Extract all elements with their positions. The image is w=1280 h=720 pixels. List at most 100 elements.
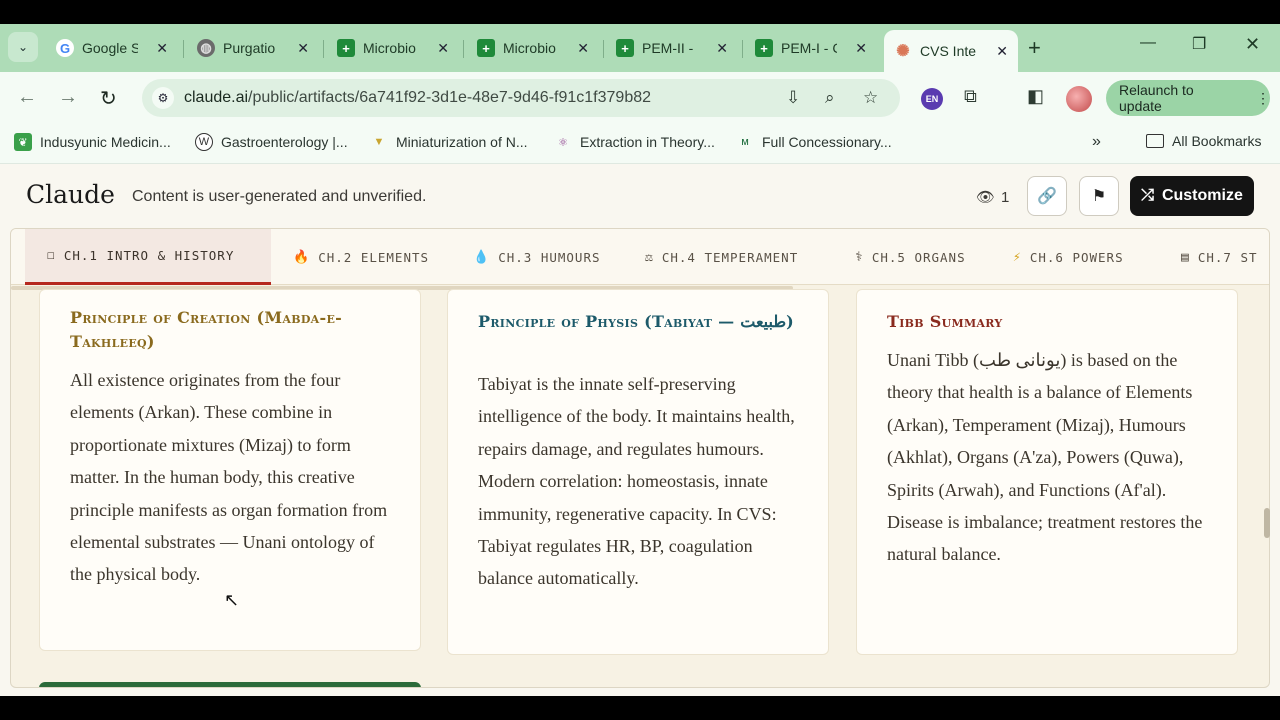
bookmark-item[interactable]: ᴍ Full Concessionary... — [736, 133, 892, 151]
report-button[interactable]: ⚑ — [1079, 176, 1119, 216]
profile-avatar[interactable] — [1066, 86, 1092, 112]
close-tab-icon[interactable]: ✕ — [297, 40, 309, 57]
user-content-notice: Content is user-generated and unverified… — [132, 188, 427, 205]
browser-tab[interactable]: + PEM-II - ✕ — [606, 30, 738, 66]
extensions-icon[interactable]: ⧉ — [964, 86, 977, 107]
drop-icon: 💧 — [473, 249, 491, 265]
bookmark-item[interactable]: ⚛ Extraction in Theory... — [554, 133, 715, 151]
more-menu-icon[interactable]: ⋮ — [1256, 90, 1270, 107]
plus-cross-icon: + — [755, 39, 773, 57]
chapter-label: CH.4 TEMPERAMENT — [661, 249, 799, 265]
browser-tab[interactable]: + Microbio ✕ — [327, 30, 459, 66]
plus-cross-icon: + — [337, 39, 355, 57]
copy-link-button[interactable]: 🔗 — [1027, 176, 1067, 216]
tab-title: Microbio — [503, 40, 556, 56]
new-tab-icon[interactable]: + — [1028, 35, 1041, 61]
chapter-label: CH.6 POWERS — [1029, 249, 1124, 265]
leaf-icon: ❦ — [14, 133, 32, 151]
forward-icon[interactable]: → — [58, 86, 78, 109]
folder-icon — [1146, 134, 1164, 148]
artifact-frame: ☐ CH.1 INTRO & HISTORY 🔥 CH.2 ELEMENTS 💧… — [10, 228, 1270, 688]
browser-tab[interactable]: G Google S ✕ — [46, 30, 178, 66]
claude-logo[interactable]: Claude — [26, 180, 115, 209]
restore-icon[interactable]: ❐ — [1192, 34, 1206, 54]
tab-title: Purgatio — [223, 40, 276, 56]
tab-strip: ⌄ G Google S ✕ ◍ Purgatio ✕ + Microbio ✕… — [0, 24, 1280, 72]
chapter-label: CH.2 ELEMENTS — [318, 249, 430, 265]
chapter-label: CH.5 ORGANS — [871, 249, 966, 265]
reload-icon[interactable]: ↻ — [100, 86, 117, 111]
url-path: /public/artifacts/6a741f92-3d1e-48e7-9d4… — [248, 89, 652, 106]
plus-cross-icon: + — [477, 39, 495, 57]
tab-chapter-2[interactable]: 🔥 CH.2 ELEMENTS — [279, 229, 443, 285]
install-app-icon[interactable]: ⇩ — [786, 88, 800, 108]
url-text[interactable]: claude.ai/public/artifacts/6a741f92-3d1e… — [184, 89, 651, 107]
bookmark-label: Full Concessionary... — [762, 134, 892, 150]
bookmark-item[interactable]: ▼ Miniaturization of N... — [370, 133, 528, 151]
browser-tab-active[interactable]: ✺ CVS Inte ✕ — [884, 30, 1018, 72]
tab-chapter-4[interactable]: ⚖ CH.4 TEMPERAMENT — [631, 229, 812, 285]
minimize-icon[interactable]: — — [1140, 34, 1156, 52]
close-tab-icon[interactable]: ✕ — [156, 40, 168, 57]
close-window-icon[interactable]: ✕ — [1245, 34, 1260, 55]
molecule-icon: ⚛ — [558, 136, 568, 149]
tab-title: CVS Inte — [920, 43, 976, 59]
bookmark-star-icon[interactable]: ☆ — [863, 88, 878, 108]
chevron-down-icon: ⌄ — [17, 40, 29, 54]
bookmark-item[interactable]: ❦ Indusyunic Medicin... — [14, 133, 171, 151]
mendeley-icon: ᴍ — [741, 136, 749, 148]
language-extension-icon[interactable]: EN — [921, 88, 943, 110]
book-icon: ☐ — [47, 248, 56, 263]
eye-icon: 👁 — [976, 189, 996, 206]
tab-divider — [463, 40, 464, 58]
organ-icon: ⚕ — [855, 249, 864, 265]
fire-icon: 🔥 — [293, 249, 311, 265]
side-panel-icon[interactable]: ◧ — [1027, 86, 1044, 107]
bookmark-label: Miniaturization of N... — [396, 134, 528, 150]
wordpress-icon: W — [195, 133, 213, 151]
site-info-icon[interactable]: ⚙ — [152, 87, 174, 109]
card-body: Unani Tibb (یونانی طب) is based on the t… — [887, 350, 1203, 565]
card-physis: Principle of Physis (Tabiyat — طبیعت) Ta… — [447, 289, 829, 655]
flag-icon: ⚑ — [1091, 188, 1107, 205]
all-bookmarks-label: All Bookmarks — [1172, 133, 1262, 149]
tab-chapter-6[interactable]: ⚡ CH.6 POWERS — [999, 229, 1138, 285]
view-count-value: 1 — [1001, 188, 1010, 206]
address-bar[interactable]: ⚙ claude.ai/public/artifacts/6a741f92-3d… — [142, 79, 900, 117]
bookmark-label: Extraction in Theory... — [580, 134, 715, 150]
customize-button[interactable]: ⤮ Customize — [1130, 176, 1254, 216]
relaunch-button[interactable]: Relaunch to update ⋮ — [1106, 80, 1270, 116]
customize-label: Customize — [1161, 187, 1243, 204]
browser-tab[interactable]: + PEM-I - C ✕ — [745, 30, 877, 66]
google-icon: G — [56, 39, 74, 57]
chapter-label: CH.1 INTRO & HISTORY — [63, 248, 235, 263]
bookmark-label: Gastroenterology |... — [221, 134, 348, 150]
screen-top-border — [0, 0, 1280, 24]
tab-search-button[interactable]: ⌄ — [8, 32, 38, 62]
bookmark-item[interactable]: W Gastroenterology |... — [195, 133, 348, 151]
next-section-header — [39, 682, 421, 687]
close-tab-icon[interactable]: ✕ — [437, 40, 449, 57]
tab-chapter-7[interactable]: ▤ CH.7 ST — [1167, 229, 1269, 285]
tab-chapter-3[interactable]: 💧 CH.3 HUMOURS — [459, 229, 615, 285]
close-tab-icon[interactable]: ✕ — [577, 40, 589, 57]
card-body: Tabiyat is the innate self-preserving in… — [478, 374, 795, 589]
screen-bottom-border — [0, 696, 1280, 720]
lightning-icon: ⚡ — [1013, 249, 1022, 265]
zoom-icon[interactable]: ⌕ — [825, 88, 835, 108]
tab-chapter-5[interactable]: ⚕ CH.5 ORGANS — [841, 229, 980, 285]
tab-divider — [742, 40, 743, 58]
all-bookmarks-button[interactable]: All Bookmarks — [1146, 133, 1261, 149]
close-tab-icon[interactable]: ✕ — [716, 40, 728, 57]
relaunch-label: Relaunch to update — [1119, 82, 1194, 114]
close-tab-icon[interactable]: ✕ — [996, 43, 1008, 60]
browser-tab[interactable]: + Microbio ✕ — [467, 30, 599, 66]
vertical-scrollbar[interactable] — [1264, 508, 1270, 538]
more-bookmarks-icon[interactable]: » — [1092, 133, 1101, 151]
tab-chapter-1[interactable]: ☐ CH.1 INTRO & HISTORY — [25, 229, 271, 285]
tab-title: PEM-II - — [642, 40, 694, 56]
close-tab-icon[interactable]: ✕ — [855, 40, 867, 57]
tab-divider — [323, 40, 324, 58]
browser-tab[interactable]: ◍ Purgatio ✕ — [187, 30, 319, 66]
back-icon[interactable]: ← — [17, 86, 37, 109]
